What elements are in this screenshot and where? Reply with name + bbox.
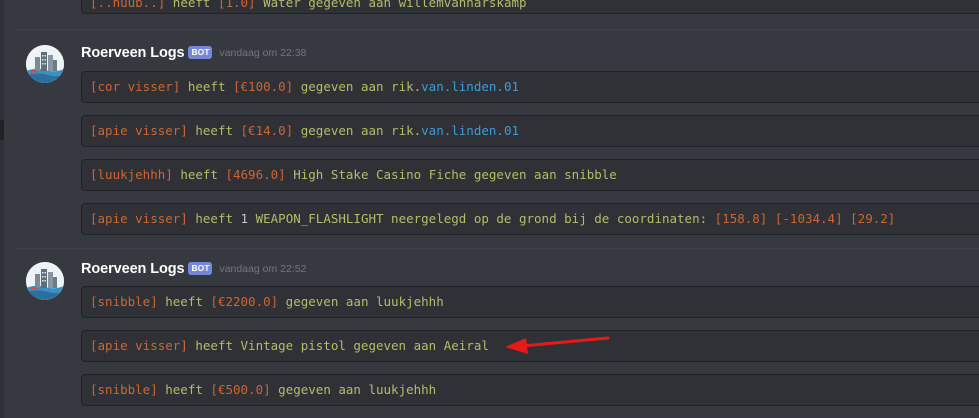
log-segment: [4696.0] [225, 167, 286, 182]
bot-badge: BOT [188, 261, 213, 275]
red-arrow-icon [505, 336, 610, 354]
log-segment: [snibble] [90, 382, 158, 397]
log-segment: [..huub..] [90, 0, 166, 10]
log-segment: [€14.0] [240, 123, 294, 138]
strip-notch [0, 120, 4, 140]
message-header: Roerveen Logs BOT vandaag om 22:52 [81, 260, 306, 278]
log-segment: WEAPON_FLASHLIGHT neergelegd op de grond… [248, 211, 715, 226]
log-segment: [cor visser] [90, 79, 181, 94]
log-segment: heeft [172, 167, 226, 182]
log-segment: heeft [187, 123, 241, 138]
log-segment: [1.0] [217, 0, 256, 10]
log-segment: Water gegeven aan willemvanharskamp [255, 0, 527, 10]
log-segment: [snibble] [90, 294, 158, 309]
log-line: [luukjehhh] heeft [4696.0] High Stake Ca… [81, 159, 979, 191]
log-segment: [apie visser] [90, 123, 188, 138]
log-segment: [-1034.4] [774, 211, 843, 226]
log-segment: gegeven aan rik. [293, 79, 422, 94]
log-line-partial: [..huub..] heeft [1.0] Water gegeven aan… [81, 0, 979, 14]
left-scroll-strip [0, 0, 4, 418]
log-segment: gegeven aan luukjehhh [270, 382, 437, 397]
log-line: [snibble] heeft [€500.0] gegeven aan luu… [81, 374, 979, 406]
log-segment[interactable]: van.linden.01 [421, 79, 519, 94]
author-name[interactable]: Roerveen Logs [81, 45, 185, 61]
log-line: [snibble] heeft [€2200.0] gegeven aan lu… [81, 286, 979, 318]
message-timestamp: vandaag om 22:52 [219, 263, 307, 275]
city-logo-icon [26, 45, 64, 83]
bot-badge: BOT [188, 45, 213, 59]
log-line: [apie visser] heeft 1 WEAPON_FLASHLIGHT … [81, 203, 979, 235]
avatar[interactable] [26, 45, 64, 83]
log-segment: [luukjehhh] [90, 167, 173, 182]
message-divider [16, 29, 979, 30]
log-segment: [€500.0] [210, 382, 271, 397]
message-divider [16, 248, 979, 249]
author-name[interactable]: Roerveen Logs [81, 261, 185, 277]
message-timestamp: vandaag om 22:38 [219, 47, 307, 59]
log-line: [cor visser] heeft [€100.0] gegeven aan … [81, 71, 979, 103]
log-line: [apie visser] heeft [€14.0] gegeven aan … [81, 115, 979, 147]
log-segment: heeft [157, 294, 211, 309]
log-segment [843, 211, 851, 226]
log-segment: [apie visser] [90, 211, 188, 226]
log-segment: [158.8] [714, 211, 768, 226]
log-segment: [apie visser] [90, 338, 188, 353]
log-segment: gegeven aan luukjehhh [278, 294, 444, 309]
log-segment: 1 [240, 211, 249, 226]
log-segment: [29.2] [850, 211, 896, 226]
log-segment: heeft [157, 382, 211, 397]
log-segment: heeft [165, 0, 218, 10]
city-logo-icon [26, 262, 64, 300]
log-segment: [€100.0] [233, 79, 294, 94]
log-segment: [€2200.0] [210, 294, 279, 309]
log-segment [767, 211, 775, 226]
log-segment: gegeven aan rik. [293, 123, 422, 138]
log-segment: heeft Vintage pistol gegeven aan Aeiral [187, 338, 489, 353]
log-segment: High Stake Casino Fiche gegeven aan snib… [285, 167, 617, 182]
log-segment: heeft [187, 211, 241, 226]
log-segment: heeft [180, 79, 233, 94]
message-header: Roerveen Logs BOT vandaag om 22:38 [81, 44, 306, 62]
avatar[interactable] [26, 262, 64, 300]
log-segment[interactable]: van.linden.01 [421, 123, 519, 138]
